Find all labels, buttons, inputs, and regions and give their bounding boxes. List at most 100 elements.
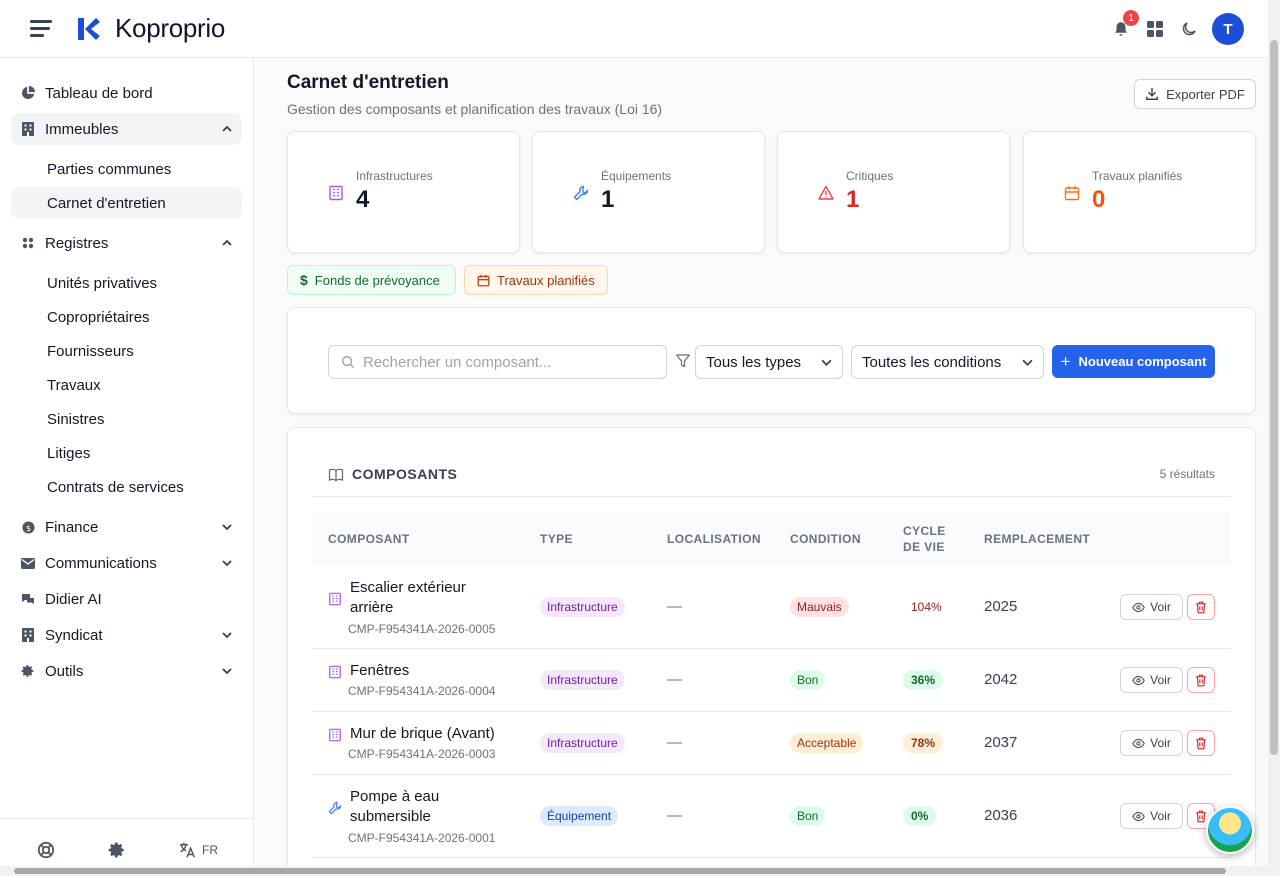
sidebar-item-travaux[interactable]: Travaux (11, 369, 242, 401)
stat-card-critiques: Critiques 1 (777, 131, 1010, 253)
table-row[interactable]: Escalier extérieur arrière CMP-F954341A-… (312, 566, 1231, 649)
koproprio-logo-icon (78, 18, 100, 40)
stat-value: 4 (356, 186, 370, 213)
localisation-value: — (667, 807, 682, 824)
view-button[interactable]: Voir (1120, 803, 1183, 829)
menu-toggle-icon[interactable] (30, 20, 52, 38)
horizontal-scrollbar[interactable] (0, 866, 1268, 876)
stat-card-equipements: Équipements 1 (532, 131, 765, 253)
eye-icon (1132, 675, 1145, 685)
component-name-line1: Escalier extérieur (350, 579, 466, 596)
column-header-cycle-line2: DE VIE (903, 540, 945, 554)
replacement-year: 2025 (984, 598, 1018, 615)
view-button[interactable]: Voir (1120, 730, 1183, 756)
view-label: Voir (1150, 673, 1171, 687)
dollar-icon: $ (300, 272, 308, 288)
support-button[interactable] (37, 839, 55, 861)
sidebar-item-contrats-services[interactable]: Contrats de services (11, 471, 242, 503)
type-select[interactable]: Tous les types (695, 345, 843, 379)
component-name-line2: submersible (350, 808, 431, 825)
component-name-line2: arrière (350, 599, 394, 616)
delete-button[interactable] (1187, 667, 1215, 693)
sidebar-item-carnet-entretien[interactable]: Carnet d'entretien (11, 187, 242, 219)
sidebar-item-label: Didier AI (45, 590, 102, 608)
table-row[interactable]: Fenêtres CMP-F954341A-2026-0004 Infrastr… (312, 649, 1231, 712)
cycle-value: 104% (911, 600, 942, 614)
export-pdf-button[interactable]: Exporter PDF (1134, 79, 1256, 109)
sidebar-item-coproprietaires[interactable]: Copropriétaires (11, 301, 242, 333)
sidebar-item-communications[interactable]: Communications (11, 547, 242, 579)
apps-button[interactable] (1138, 12, 1172, 46)
component-name: Escalier extérieur arrière (350, 578, 466, 618)
translate-icon (179, 842, 195, 858)
condition-select[interactable]: Toutes les conditions (851, 345, 1044, 379)
stat-label: Infrastructures (356, 169, 433, 183)
sidebar-item-label: Registres (45, 234, 109, 252)
stat-value: 1 (601, 186, 615, 213)
sidebar-item-finance[interactable]: $ Finance (11, 511, 242, 543)
theme-toggle-button[interactable] (1172, 12, 1206, 46)
sidebar-item-syndicat[interactable]: Syndicat (11, 619, 242, 651)
sidebar-item-didier-ai[interactable]: Didier AI (11, 583, 242, 615)
sidebar-item-sinistres[interactable]: Sinistres (11, 403, 242, 435)
delete-button[interactable] (1187, 730, 1215, 756)
results-count: 5 résultats (1159, 467, 1215, 481)
column-header-remplacement: REMPLACEMENT (984, 532, 1091, 546)
search-box[interactable] (328, 345, 667, 379)
sidebar-item-parties-communes[interactable]: Parties communes (11, 153, 242, 185)
travaux-planifies-button[interactable]: Travaux planifiés (464, 265, 608, 295)
table-row[interactable]: Mur de brique (Avant) CMP-F954341A-2026-… (312, 712, 1231, 775)
trash-icon (1196, 737, 1206, 749)
horizontal-scrollbar-thumb[interactable] (14, 868, 1226, 874)
sidebar-item-unites-privatives[interactable]: Unités privatives (11, 267, 242, 299)
components-header: COMPOSANTS 5 résultats (312, 428, 1231, 497)
sidebar-item-fournisseurs[interactable]: Fournisseurs (11, 335, 242, 367)
search-input[interactable] (363, 353, 653, 371)
cycle-value: 0% (903, 806, 937, 826)
fonds-prevoyance-label: Fonds de prévoyance (314, 272, 440, 288)
view-button[interactable]: Voir (1120, 667, 1183, 693)
building-icon (329, 592, 341, 606)
component-code: CMP-F954341A-2026-0004 (348, 684, 496, 698)
notifications-button[interactable]: 1 (1104, 10, 1139, 46)
notification-badge: 1 (1123, 10, 1139, 26)
condition-select-value: Toutes les conditions (862, 353, 1002, 371)
new-component-button[interactable]: + Nouveau composant (1052, 345, 1215, 378)
sidebar-item-tableau-de-bord[interactable]: Tableau de bord (11, 77, 242, 109)
trash-icon (1196, 810, 1206, 822)
stat-value: 0 (1092, 186, 1106, 213)
language-button[interactable]: FR (178, 839, 218, 861)
stat-value: 1 (846, 186, 860, 213)
stat-label: Travaux planifiés (1092, 169, 1183, 183)
sidebar-item-label: Finance (45, 518, 99, 536)
fonds-prevoyance-button[interactable]: $ Fonds de prévoyance (287, 265, 456, 295)
sidebar-item-litiges[interactable]: Litiges (11, 437, 242, 469)
sidebar-item-immeubles[interactable]: Immeubles (11, 113, 242, 145)
calendar-icon (477, 274, 490, 286)
vertical-scrollbar[interactable] (1268, 0, 1280, 876)
lifebuoy-icon (37, 841, 55, 859)
warning-triangle-icon (818, 185, 834, 200)
trash-icon (1196, 674, 1206, 686)
view-label: Voir (1150, 809, 1171, 823)
column-header-composant: COMPOSANT (328, 532, 410, 546)
vertical-scrollbar-thumb[interactable] (1270, 40, 1278, 755)
type-select-value: Tous les types (706, 353, 802, 371)
settings-button[interactable] (108, 839, 126, 861)
table-header: COMPOSANT TYPE LOCALISATION CONDITION CY… (312, 512, 1231, 566)
assistant-avatar-button[interactable] (1206, 806, 1254, 854)
sidebar-item-registres[interactable]: Registres (11, 227, 242, 259)
wrench-icon (328, 801, 342, 815)
travaux-planifies-label: Travaux planifiés (497, 272, 595, 288)
sidebar-item-outils[interactable]: Outils (11, 655, 242, 687)
view-button[interactable]: Voir (1120, 594, 1183, 620)
replacement-year: 2042 (984, 671, 1018, 688)
delete-button[interactable] (1187, 594, 1215, 620)
app-name[interactable]: Koproprio (115, 13, 225, 44)
sidebar-item-label: Tableau de bord (45, 84, 153, 102)
type-badge: Infrastructure (540, 733, 625, 753)
cycle-value: 36% (903, 670, 944, 690)
user-avatar[interactable]: T (1212, 13, 1244, 45)
table-row[interactable]: Pompe à eau submersible CMP-F954341A-202… (312, 775, 1231, 858)
mail-icon (11, 557, 45, 569)
